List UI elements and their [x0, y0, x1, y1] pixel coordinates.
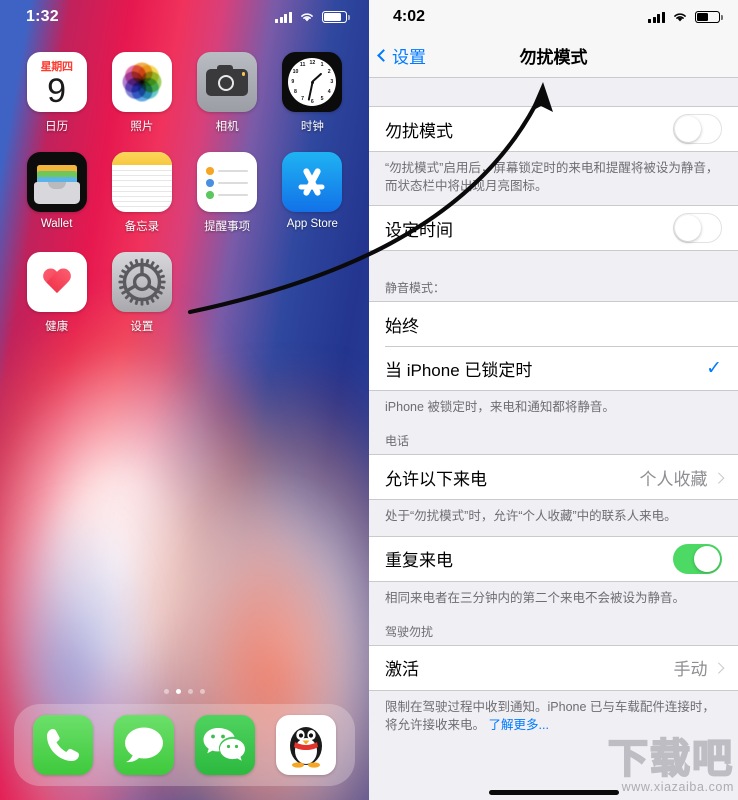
health-icon — [26, 252, 87, 312]
page-title: 勿扰模式 — [519, 48, 588, 67]
app-icon-settings[interactable]: 设置 — [99, 252, 184, 334]
app-grid: 星期四 9 日历 照片 相机 1 2 3 4 5 6 7 8 9 10 11 1… — [0, 52, 369, 334]
home-status-time: 1:32 — [26, 8, 59, 25]
page-indicator-dots — [0, 689, 369, 694]
app-icon-health[interactable]: 健康 — [14, 252, 99, 334]
app-label: 照片 — [130, 121, 154, 133]
repeated-calls-group: 重复来电 — [369, 535, 738, 582]
row-silence-always[interactable]: 始终 — [369, 302, 738, 347]
qq-penguin-icon[interactable] — [276, 715, 337, 775]
wechat-icon[interactable] — [195, 715, 256, 775]
dock — [14, 704, 355, 786]
phone-section-header: 电话 — [369, 426, 738, 455]
cellular-bars-icon — [275, 11, 292, 23]
repeated-calls-description: 相同来电者在三分钟内的第二个来电不会被设为静音。 — [369, 581, 738, 617]
chevron-right-icon — [712, 662, 724, 673]
silence-group: 始终 当 iPhone 已锁定时 ✓ — [369, 301, 738, 392]
row-label: 重复来电 — [385, 551, 453, 570]
app-icon-notes[interactable]: 备忘录 — [99, 152, 184, 234]
reminders-icon — [197, 152, 258, 212]
wallet-icon — [26, 152, 87, 212]
app-label: Wallet — [40, 218, 73, 230]
app-label: 日历 — [45, 121, 69, 133]
home-status-bar: 1:32 — [0, 0, 369, 34]
row-label: 允许以下来电 — [385, 469, 487, 489]
row-value: 手动 — [673, 660, 708, 680]
row-label: 设定时间 — [385, 220, 453, 240]
settings-gear-icon — [111, 252, 172, 312]
dnd-group: 勿扰模式 — [369, 106, 738, 152]
allow-calls-group: 允许以下来电 个人收藏 — [369, 454, 738, 501]
battery-icon — [322, 11, 350, 23]
wifi-icon — [674, 13, 686, 22]
learn-more-link[interactable]: 了解更多... — [489, 718, 549, 732]
row-repeated-calls[interactable]: 重复来电 — [369, 536, 738, 581]
camera-icon — [197, 52, 258, 112]
app-store-icon — [282, 152, 343, 212]
messages-icon[interactable] — [113, 715, 174, 775]
settings-status-bar: 4:02 — [369, 0, 738, 34]
row-allow-calls-from[interactable]: 允许以下来电 个人收藏 — [369, 455, 738, 500]
app-icon-photos[interactable]: 照片 — [99, 52, 184, 134]
photos-icon — [111, 52, 172, 112]
allow-calls-description: 处于“勿扰模式”时，允许“个人收藏”中的联系人来电。 — [369, 500, 738, 536]
app-icon-wallet[interactable]: Wallet — [14, 152, 99, 234]
app-icon-calendar[interactable]: 星期四 9 日历 — [14, 52, 99, 134]
dual-phone-screenshot: 1:32 星期四 9 日历 照片 相机 1 2 3 4 5 6 7 8 9 10… — [0, 0, 738, 800]
driving-description: 限制在驾驶过程中收到通知。iPhone 已与车载配件连接时，将允许接收来电。 了… — [369, 690, 738, 744]
notes-icon — [111, 152, 172, 212]
row-activate[interactable]: 激活 手动 — [369, 645, 738, 690]
navigation-bar: 设置 勿扰模式 — [369, 34, 738, 78]
row-label: 激活 — [385, 660, 419, 680]
checkmark-icon: ✓ — [706, 357, 722, 379]
home-indicator — [488, 790, 619, 795]
chevron-right-icon — [712, 472, 724, 483]
settings-status-time: 4:02 — [393, 8, 426, 25]
app-label: 设置 — [130, 321, 154, 333]
dnd-toggle[interactable] — [673, 114, 722, 144]
phone-icon[interactable] — [32, 715, 93, 775]
clock-icon: 1 2 3 4 5 6 7 8 9 10 11 12 — [282, 52, 343, 112]
row-do-not-disturb[interactable]: 勿扰模式 — [369, 107, 738, 151]
app-icon-clock[interactable]: 1 2 3 4 5 6 7 8 9 10 11 12 时钟 — [270, 52, 355, 134]
row-label: 始终 — [385, 316, 419, 336]
silence-description: iPhone 被锁定时，来电和通知都将静音。 — [369, 391, 738, 427]
spacer — [369, 251, 738, 274]
repeated-calls-toggle[interactable] — [673, 543, 722, 574]
app-icon-app-store[interactable]: App Store — [270, 152, 355, 234]
battery-icon — [695, 11, 723, 23]
app-label: 健康 — [45, 321, 69, 333]
cellular-bars-icon — [648, 11, 665, 23]
driving-group: 激活 手动 — [369, 644, 738, 691]
row-label: 勿扰模式 — [385, 121, 453, 141]
driving-description-text: 限制在驾驶过程中收到通知。iPhone 已与车载配件连接时，将允许接收来电。 — [385, 699, 715, 732]
app-label: 备忘录 — [124, 221, 160, 233]
silence-section-header: 静音模式： — [369, 273, 738, 302]
wifi-icon — [301, 13, 313, 22]
driving-section-header: 驾驶勿扰 — [369, 616, 738, 645]
app-label: 提醒事项 — [204, 221, 251, 233]
row-silence-while-locked[interactable]: 当 iPhone 已锁定时 ✓ — [369, 346, 738, 391]
row-label: 当 iPhone 已锁定时 — [385, 360, 533, 380]
app-label: 时钟 — [300, 121, 324, 133]
row-scheduled[interactable]: 设定时间 — [369, 206, 738, 251]
app-label: App Store — [286, 218, 338, 230]
app-label: 相机 — [215, 121, 239, 133]
settings-dnd-screen: 4:02 设置 勿扰模式 勿扰模式 “勿扰模式”启用后，屏幕锁定时的来电和提醒将… — [369, 0, 738, 800]
schedule-toggle[interactable] — [673, 213, 722, 244]
iphone-home-screen: 1:32 星期四 9 日历 照片 相机 1 2 3 4 5 6 7 8 9 10… — [0, 0, 369, 800]
top-spacer — [369, 78, 738, 106]
schedule-group: 设定时间 — [369, 205, 738, 252]
calendar-day: 9 — [47, 72, 67, 110]
app-icon-camera[interactable]: 相机 — [185, 52, 270, 134]
row-value: 个人收藏 — [639, 469, 708, 489]
app-icon-reminders[interactable]: 提醒事项 — [185, 152, 270, 234]
calendar-icon: 星期四 9 — [26, 52, 87, 112]
dnd-description: “勿扰模式”启用后，屏幕锁定时的来电和提醒将被设为静音，而状态栏中将出现月亮图标… — [369, 152, 738, 206]
